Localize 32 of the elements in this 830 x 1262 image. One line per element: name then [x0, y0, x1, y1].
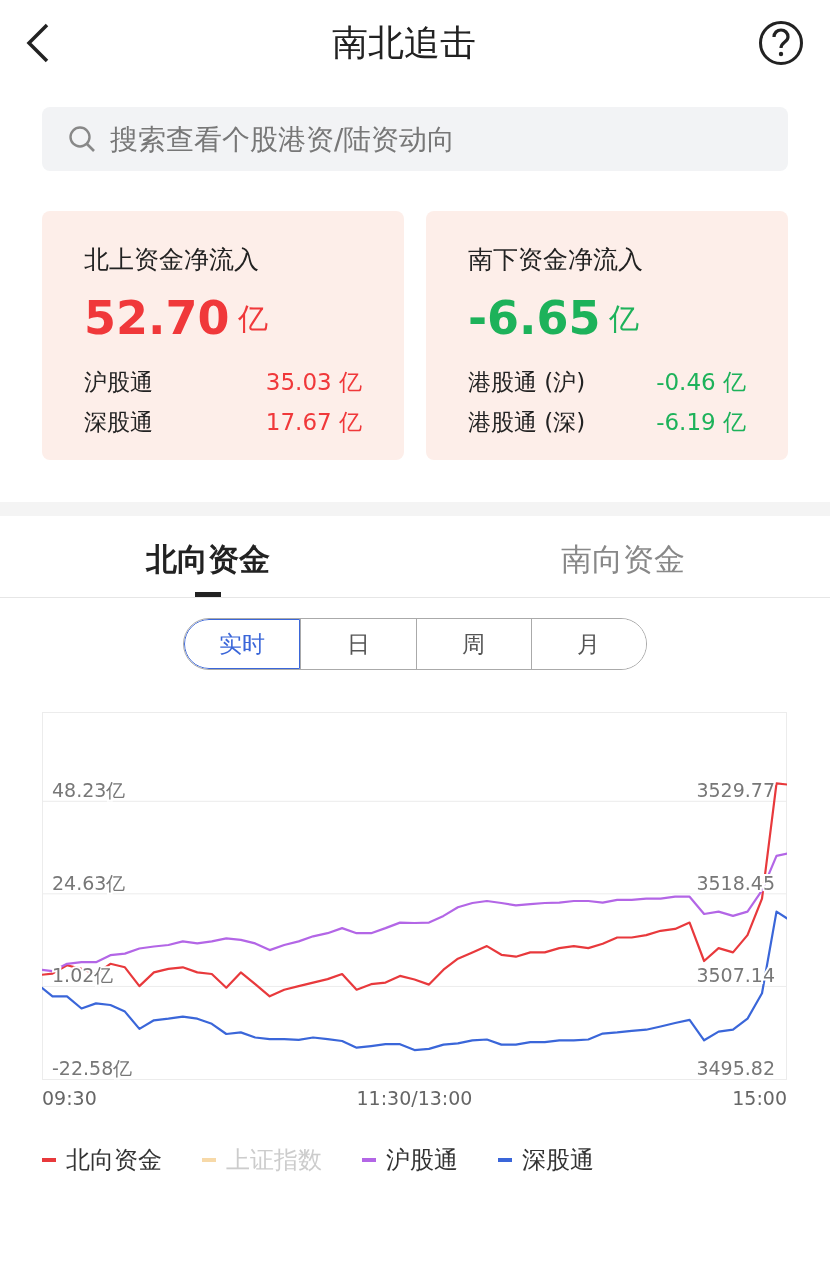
tab[interactable]: 北向资金: [145, 515, 270, 582]
channel-value: 35.03 亿: [265, 367, 362, 397]
y-axis-label: 3495.82: [696, 1057, 775, 1079]
legend-label[interactable]: 深股通: [522, 1142, 594, 1178]
page-title: 南北追击: [332, 20, 476, 65]
y-axis-label: -22.58亿: [52, 1057, 133, 1079]
card-title: 北上资金净流入: [84, 244, 260, 276]
unit-label: 亿: [237, 299, 268, 338]
y-axis-label: 48.23亿: [52, 779, 126, 802]
x-axis-label: 11:30/13:00: [356, 1087, 473, 1109]
x-axis-label: 09:30: [42, 1087, 97, 1109]
channel-value: 17.67 亿: [265, 408, 362, 437]
legend-label[interactable]: 北向资金: [66, 1142, 162, 1178]
channel-label: 深股通: [84, 408, 153, 437]
period-tab[interactable]: 实时: [184, 619, 301, 669]
y-axis-label: 1.02亿: [52, 964, 114, 987]
unit-label: 亿: [608, 299, 639, 338]
channel-label: 港股通 (沪): [468, 367, 586, 397]
period-tab[interactable]: 月: [530, 619, 646, 669]
tab[interactable]: 南向资金: [560, 515, 685, 582]
channel-value: -0.46 亿: [656, 367, 746, 397]
y-axis-label: 24.63亿: [52, 871, 126, 894]
x-axis-label: 15:00: [732, 1087, 787, 1109]
channel-label: 港股通 (深): [468, 408, 586, 437]
channel-value: -6.19 亿: [656, 408, 746, 437]
channel-label: 沪股通: [84, 367, 153, 397]
net-inflow-value: 52.70: [84, 294, 230, 341]
legend-label[interactable]: 沪股通: [386, 1142, 458, 1178]
card-title: 南下资金净流入: [468, 244, 644, 276]
search-field[interactable]: 搜索查看个股港资/陆资动向: [42, 107, 788, 171]
y-axis-label: 3529.77: [696, 779, 775, 802]
net-inflow-value: -6.65: [468, 294, 601, 341]
